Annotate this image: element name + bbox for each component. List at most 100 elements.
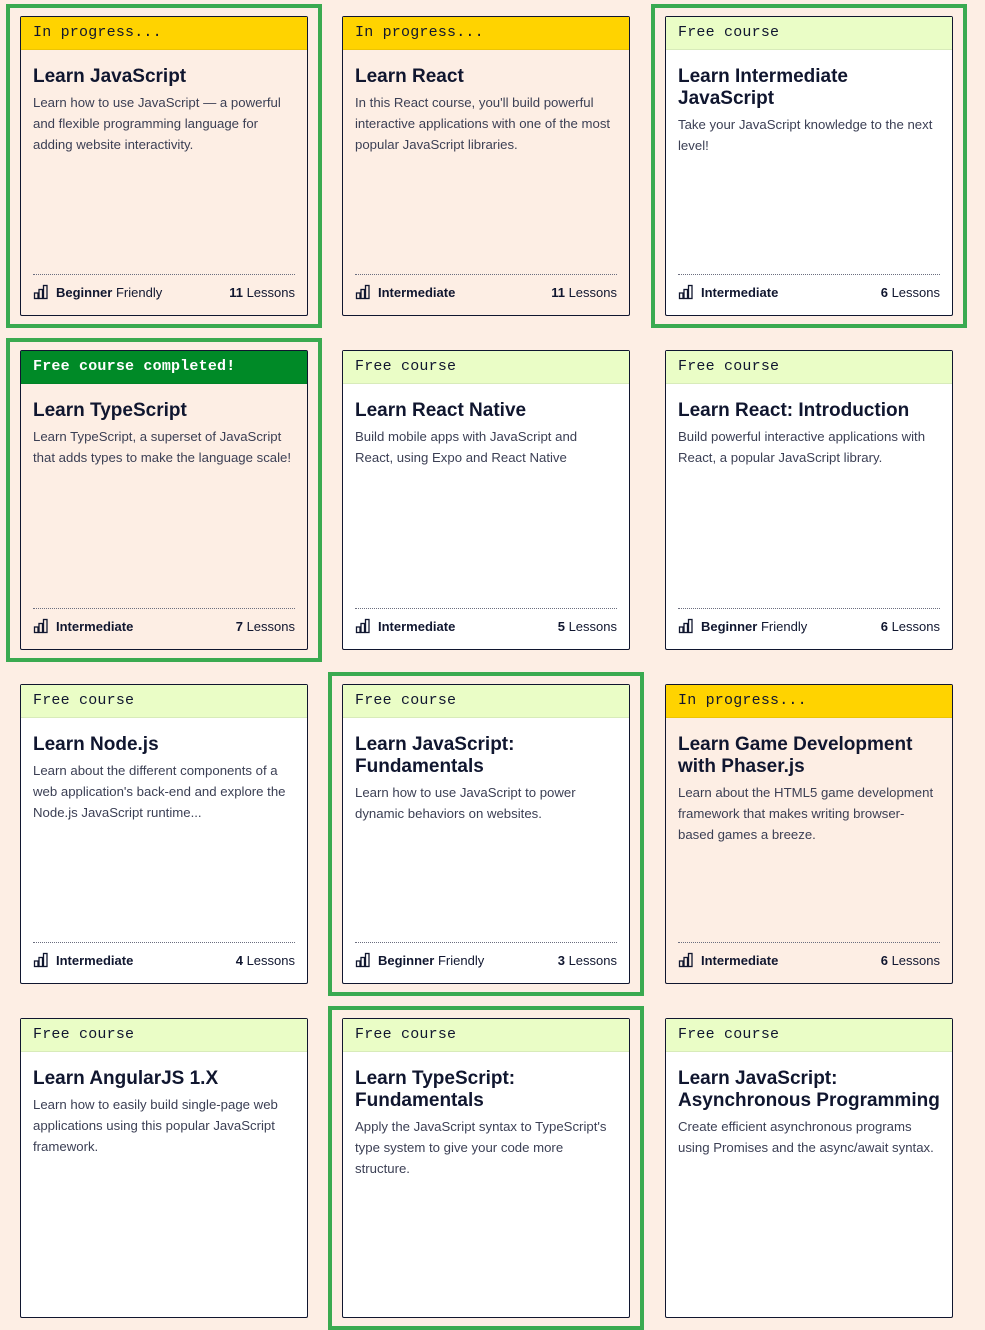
course-card[interactable]: Free course Learn React Native Build mobil…	[342, 350, 630, 650]
difficulty-level-name: Intermediate	[701, 952, 779, 968]
difficulty-level: Intermediate	[678, 284, 778, 300]
course-title[interactable]: Learn Intermediate JavaScript	[678, 66, 940, 110]
lesson-count: 4 Lessons	[236, 953, 295, 968]
lesson-count-number: 6	[880, 284, 888, 300]
bar-chart-icon	[33, 952, 49, 968]
lesson-count-number: 4	[235, 952, 243, 968]
course-description: Learn how to use JavaScript — a powerful…	[33, 95, 281, 152]
lesson-count-word: Lessons	[891, 952, 940, 968]
lesson-count: 6 Lessons	[881, 285, 940, 300]
difficulty-level-name: Beginner	[378, 952, 435, 968]
difficulty-level-suffix: Friendly	[115, 284, 163, 300]
course-title[interactable]: Learn React Native	[355, 400, 617, 422]
course-footer: Intermediate 7 Lessons	[33, 608, 295, 637]
course-card[interactable]: Free course Learn JavaScript: Asynchronou…	[665, 1018, 953, 1318]
lesson-count: 3 Lessons	[558, 953, 617, 968]
lesson-count-number: 6	[880, 618, 888, 634]
lesson-count-word: Lessons	[568, 952, 617, 968]
course-title[interactable]: Learn AngularJS 1.X	[33, 1068, 295, 1090]
course-status-label: Free course	[343, 1019, 629, 1052]
course-footer: Beginner Friendly 11 Lessons	[33, 274, 295, 303]
bar-chart-icon	[678, 952, 694, 968]
lesson-count: 5 Lessons	[558, 619, 617, 634]
course-status-label: In progress...	[666, 685, 952, 718]
course-title[interactable]: Learn TypeScript	[33, 400, 295, 422]
course-description: Take your JavaScript knowledge to the ne…	[678, 117, 933, 153]
lesson-count-number: 7	[235, 618, 243, 634]
bar-chart-icon	[33, 618, 49, 634]
course-title[interactable]: Learn React	[355, 66, 617, 88]
course-title[interactable]: Learn TypeScript: Fundamentals	[355, 1068, 617, 1112]
course-title[interactable]: Learn JavaScript	[33, 66, 295, 88]
course-footer: Beginner Friendly 6 Lessons	[678, 608, 940, 637]
course-card[interactable]: Free course Learn Intermediate JavaScript…	[665, 16, 953, 316]
lesson-count: 6 Lessons	[881, 619, 940, 634]
course-title[interactable]: Learn JavaScript: Asynchronous Programmi…	[678, 1068, 940, 1112]
course-title[interactable]: Learn Game Development with Phaser.js	[678, 734, 940, 778]
course-status-label: Free course	[21, 685, 307, 718]
course-status-label: In progress...	[343, 17, 629, 50]
course-description: Build powerful interactive applications …	[678, 429, 926, 465]
difficulty-level: Intermediate	[355, 284, 455, 300]
lesson-count-word: Lessons	[568, 284, 617, 300]
difficulty-level: Beginner Friendly	[355, 952, 484, 968]
course-status-label: Free course	[666, 351, 952, 384]
course-status-label: Free course	[666, 1019, 952, 1052]
lesson-count-number: 5	[557, 618, 565, 634]
lesson-count: 7 Lessons	[236, 619, 295, 634]
bar-chart-icon	[678, 618, 694, 634]
bar-chart-icon	[355, 952, 371, 968]
course-description: Apply the JavaScript syntax to TypeScrip…	[355, 1119, 607, 1176]
lesson-count: 6 Lessons	[881, 953, 940, 968]
course-description: Learn about the different components of …	[33, 763, 286, 820]
difficulty-level: Beginner Friendly	[33, 284, 162, 300]
course-card[interactable]: In progress... Learn React In this React c…	[342, 16, 630, 316]
course-description: Learn how to use JavaScript to power dyn…	[355, 785, 576, 821]
bar-chart-icon	[678, 284, 694, 300]
course-title[interactable]: Learn React: Introduction	[678, 400, 940, 422]
lesson-count-word: Lessons	[568, 618, 617, 634]
course-title[interactable]: Learn JavaScript: Fundamentals	[355, 734, 617, 778]
difficulty-level-name: Intermediate	[701, 284, 779, 300]
course-description: Learn how to easily build single-page we…	[33, 1097, 278, 1154]
difficulty-level: Intermediate	[678, 952, 778, 968]
lesson-count: 11 Lessons	[551, 285, 617, 300]
difficulty-level: Intermediate	[355, 618, 455, 634]
difficulty-level: Intermediate	[33, 618, 133, 634]
lesson-count-word: Lessons	[246, 952, 295, 968]
course-title[interactable]: Learn Node.js	[33, 734, 295, 756]
bar-chart-icon	[355, 284, 371, 300]
course-description: Learn about the HTML5 game development f…	[678, 785, 934, 842]
course-card[interactable]: Free course completed! Learn TypeScript Le…	[20, 350, 308, 650]
course-card[interactable]: Free course Learn Node.js Learn about the …	[20, 684, 308, 984]
lesson-count: 11 Lessons	[229, 285, 295, 300]
course-footer: Intermediate 4 Lessons	[33, 942, 295, 971]
difficulty-level-name: Beginner	[56, 284, 113, 300]
lesson-count-word: Lessons	[891, 284, 940, 300]
course-card[interactable]: Free course Learn React: Introduction Buil…	[665, 350, 953, 650]
difficulty-level: Intermediate	[33, 952, 133, 968]
bar-chart-icon	[355, 618, 371, 634]
course-status-label: Free course	[343, 351, 629, 384]
lesson-count-word: Lessons	[891, 618, 940, 634]
lesson-count-number: 3	[557, 952, 565, 968]
course-card[interactable]: Free course Learn TypeScript: Fundamental…	[342, 1018, 630, 1318]
course-description: Create efficient asynchronous programs u…	[678, 1119, 934, 1155]
course-footer: Intermediate 11 Lessons	[355, 274, 617, 303]
course-description: In this React course, you'll build power…	[355, 95, 611, 152]
course-footer: Intermediate 6 Lessons	[678, 274, 940, 303]
course-description: Build mobile apps with JavaScript and Re…	[355, 429, 578, 465]
course-status-label: Free course	[666, 17, 952, 50]
course-status-label: Free course	[21, 1019, 307, 1052]
difficulty-level-name: Intermediate	[378, 618, 456, 634]
lesson-count-number: 11	[229, 284, 243, 300]
course-card[interactable]: In progress... Learn Game Development wit…	[665, 684, 953, 984]
lesson-count-word: Lessons	[246, 284, 295, 300]
lesson-count-number: 11	[551, 284, 565, 300]
difficulty-level-name: Intermediate	[56, 618, 134, 634]
difficulty-level: Beginner Friendly	[678, 618, 807, 634]
course-card[interactable]: Free course Learn JavaScript: Fundamental…	[342, 684, 630, 984]
course-card[interactable]: Free course Learn AngularJS 1.X Learn how …	[20, 1018, 308, 1318]
course-card[interactable]: In progress... Learn JavaScript Learn how …	[20, 16, 308, 316]
course-status-label: Free course completed!	[21, 351, 307, 384]
